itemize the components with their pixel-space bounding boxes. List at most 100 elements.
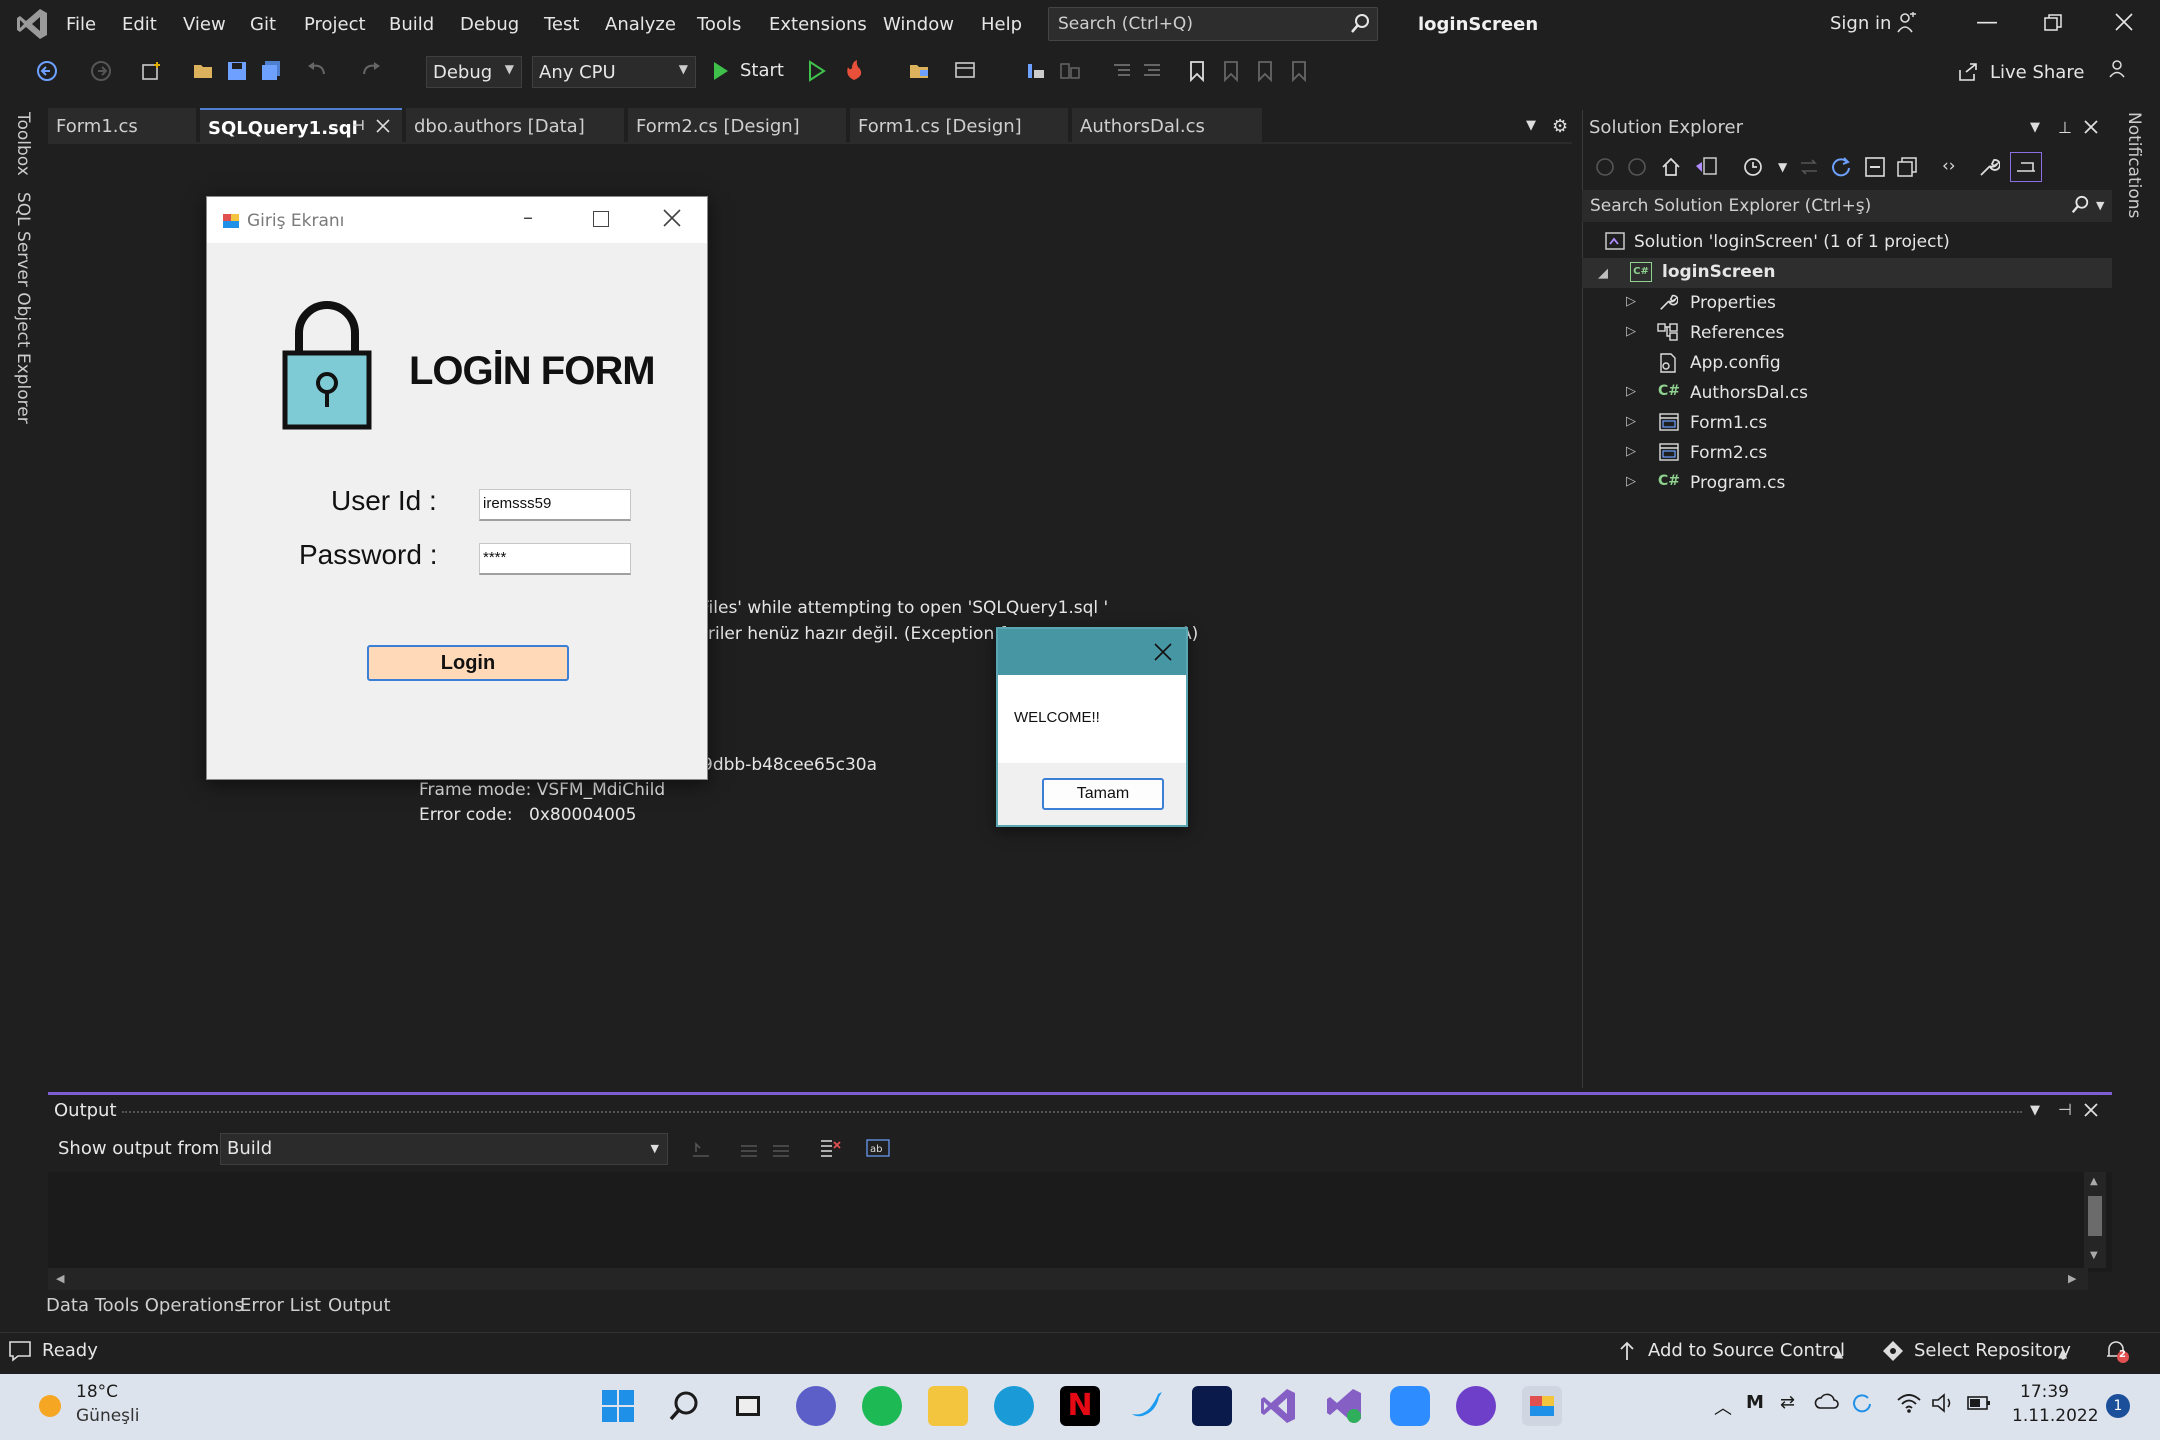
start-without-debug-icon[interactable] (808, 60, 826, 82)
tree-item-form2[interactable]: Form2.cs (1690, 443, 1767, 463)
menu-view[interactable]: View (183, 14, 226, 35)
prev-bookmark-icon[interactable] (1222, 60, 1240, 82)
menu-project[interactable]: Project (304, 14, 366, 35)
tree-item-references[interactable]: References (1690, 323, 1784, 343)
teams-chat-icon[interactable] (796, 1386, 836, 1426)
close-panel-icon[interactable] (2084, 120, 2098, 134)
output-text-area[interactable] (48, 1172, 2112, 1272)
tab-authorsdal[interactable]: AuthorsDal.cs (1072, 108, 1262, 142)
panel-options-icon[interactable]: ▼ (2030, 120, 2040, 135)
settings-gear-icon[interactable]: ⚙ (1552, 116, 1568, 137)
menu-tools[interactable]: Tools (697, 14, 741, 35)
solution-search-input[interactable]: Search Solution Explorer (Ctrl+ş) ▼ (1582, 190, 2112, 222)
tab-data-tools-operations[interactable]: Data Tools Operations (46, 1295, 244, 1316)
view-code-icon[interactable]: ‹› (1942, 156, 1956, 176)
undo-icon[interactable] (306, 60, 328, 82)
new-project-icon[interactable] (140, 60, 164, 82)
save-all-icon[interactable] (260, 60, 282, 82)
collapsed-arrow-icon[interactable]: ▷ (1626, 444, 1636, 459)
select-repository-button[interactable]: Select Repository (1914, 1340, 2071, 1361)
toolbox-tab[interactable]: Toolbox (13, 112, 33, 176)
output-horizontal-scrollbar[interactable]: ◀ ▶ (48, 1268, 2088, 1290)
save-icon[interactable] (226, 60, 248, 82)
weather-description[interactable]: Güneşli (76, 1406, 139, 1426)
winforms-app-icon[interactable] (1522, 1386, 1562, 1426)
volume-icon[interactable] (1930, 1392, 1956, 1414)
collapsed-arrow-icon[interactable]: ▷ (1626, 294, 1636, 309)
align-icon[interactable] (1024, 60, 1048, 82)
tree-item-authorsdal[interactable]: AuthorsDal.cs (1690, 383, 1808, 403)
open-folder-icon[interactable] (192, 60, 216, 82)
browse-icon[interactable] (908, 60, 932, 82)
ok-button[interactable]: Tamam (1042, 778, 1164, 810)
taskbar-date[interactable]: 1.11.2022 (2012, 1406, 2099, 1426)
properties-wrench-icon[interactable] (1978, 156, 2000, 178)
forward-icon[interactable] (90, 60, 112, 82)
taskbar-clock[interactable]: 17:39 (2020, 1382, 2069, 1402)
tree-project[interactable]: loginScreen (1662, 262, 1775, 282)
tray-sliders-icon[interactable]: ⇄ (1780, 1392, 1795, 1413)
show-all-files-icon[interactable] (1896, 156, 1918, 178)
window-layout-icon[interactable] (954, 60, 978, 82)
spotify-icon[interactable] (862, 1386, 902, 1426)
maximize-icon[interactable] (593, 211, 609, 227)
login-button[interactable]: Login (367, 645, 569, 681)
wifi-icon[interactable] (1896, 1392, 1922, 1414)
chevron-down-icon[interactable]: ▼ (1778, 160, 1787, 174)
menu-analyze[interactable]: Analyze (605, 14, 676, 35)
pending-changes-icon[interactable] (1742, 156, 1764, 178)
visual-studio-icon[interactable] (1258, 1386, 1298, 1426)
tab-form1-cs[interactable]: Form1.cs (48, 108, 196, 142)
notification-count-badge[interactable]: 1 (2106, 1394, 2130, 1418)
tree-item-app-config[interactable]: App.config (1690, 353, 1781, 373)
menu-debug[interactable]: Debug (460, 14, 519, 35)
close-tab-icon[interactable] (376, 119, 390, 133)
collapsed-arrow-icon[interactable]: ▷ (1626, 414, 1636, 429)
tab-dbo-authors[interactable]: dbo.authors [Data] (406, 108, 624, 142)
account-icon[interactable] (1896, 12, 1918, 34)
find-message-icon[interactable] (690, 1138, 712, 1160)
netflix-icon[interactable]: N (1060, 1386, 1100, 1426)
live-share-icon[interactable] (1958, 62, 1980, 82)
task-view-icon[interactable] (730, 1388, 766, 1424)
tab-error-list[interactable]: Error List (240, 1295, 321, 1316)
prev-message-icon[interactable] (738, 1138, 760, 1160)
visual-studio-logo-icon[interactable] (14, 6, 50, 42)
redo-icon[interactable] (360, 60, 382, 82)
back-icon[interactable] (36, 60, 58, 82)
hot-reload-icon[interactable] (842, 58, 866, 82)
file-explorer-icon[interactable] (928, 1386, 968, 1426)
home-icon[interactable] (1660, 156, 1682, 178)
next-message-icon[interactable] (770, 1138, 792, 1160)
sync-icon[interactable] (1798, 156, 1820, 178)
notification-bell-icon[interactable]: 2 (2104, 1338, 2130, 1364)
taskbar-search-icon[interactable] (666, 1388, 702, 1424)
uncomment-icon[interactable] (1140, 60, 1164, 82)
disney-plus-icon[interactable] (1192, 1386, 1232, 1426)
output-vertical-scrollbar[interactable]: ▲ ▼ (2084, 1172, 2106, 1268)
close-window-icon[interactable] (2114, 12, 2134, 32)
platform-dropdown[interactable]: Any CPU ▼ (532, 56, 696, 88)
chevron-up-icon[interactable]: ▲ (2058, 1346, 2067, 1360)
close-icon[interactable] (1154, 643, 1172, 661)
tab-output[interactable]: Output (328, 1295, 391, 1316)
panel-options-icon[interactable]: ▼ (2030, 1103, 2040, 1118)
restore-icon[interactable] (2044, 14, 2062, 32)
visual-studio-installer-icon[interactable] (1324, 1386, 1364, 1426)
tree-item-program[interactable]: Program.cs (1690, 473, 1785, 493)
menu-extensions[interactable]: Extensions (769, 14, 867, 35)
comment-icon[interactable] (1110, 60, 1134, 82)
output-source-dropdown[interactable]: Build ▼ (220, 1133, 668, 1165)
menu-test[interactable]: Test (544, 14, 579, 35)
tree-item-properties[interactable]: Properties (1690, 293, 1776, 313)
battery-icon[interactable] (1966, 1394, 1992, 1412)
userid-field[interactable]: iremsss59 (479, 489, 631, 521)
show-hidden-icons-icon[interactable]: ︿ (1714, 1394, 1732, 1420)
word-wrap-icon[interactable]: ab (866, 1136, 890, 1160)
close-icon[interactable] (663, 209, 681, 227)
tab-form1-design[interactable]: Form1.cs [Design] (850, 108, 1068, 142)
windows-start-icon[interactable] (600, 1388, 636, 1424)
expanded-arrow-icon[interactable]: ◢ (1598, 266, 1608, 281)
menu-window[interactable]: Window (883, 14, 954, 35)
notifications-tab[interactable]: Notifications (2124, 112, 2144, 218)
